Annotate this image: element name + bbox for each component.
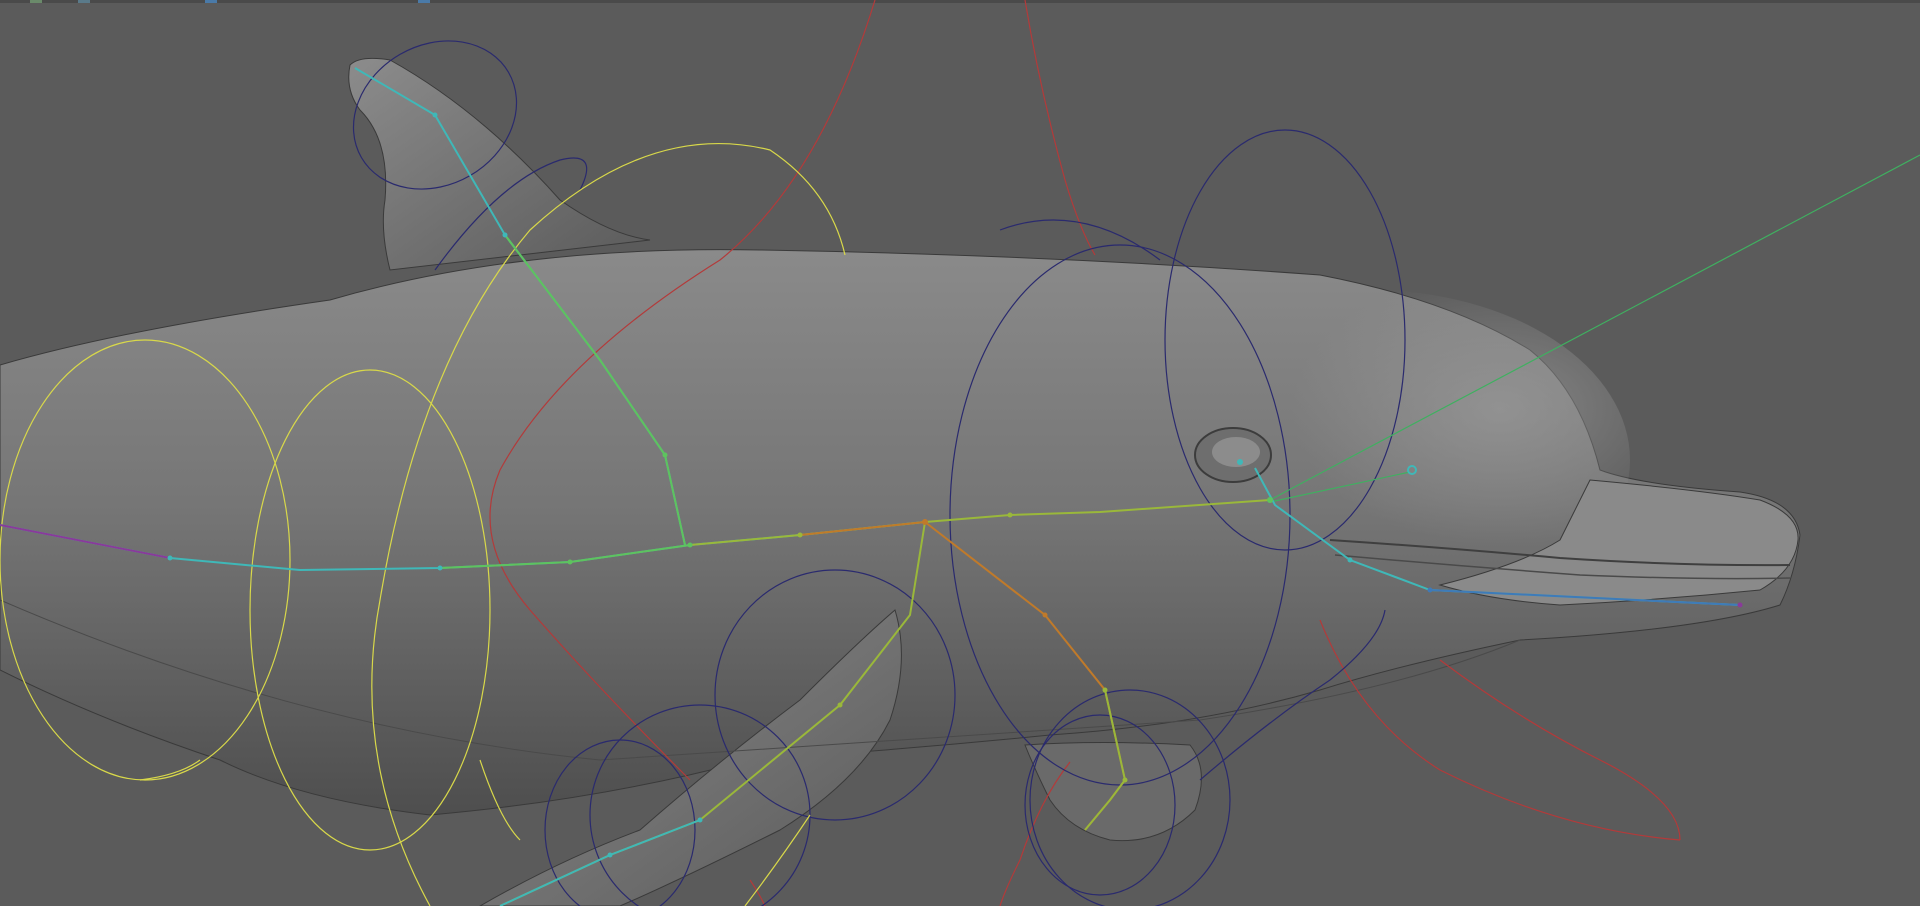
3d-viewport[interactable] (0, 0, 1920, 906)
dolphin-mesh[interactable] (0, 57, 1801, 906)
scene-canvas[interactable] (0, 0, 1920, 906)
pectoral-fin-right (1024, 742, 1202, 842)
